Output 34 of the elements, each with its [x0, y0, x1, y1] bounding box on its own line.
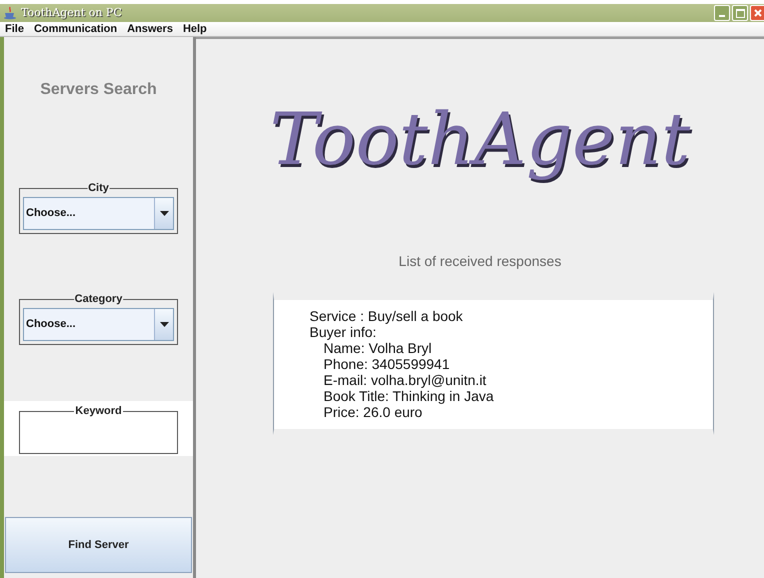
response-line: E-mail: volha.bryl@unitn.it [322, 372, 488, 388]
maximize-icon [736, 8, 744, 18]
dropdown-arrow-button[interactable] [154, 309, 173, 340]
close-button[interactable] [750, 5, 764, 21]
response-line: Phone: 3405599941 [322, 356, 451, 372]
response-line: Book Title: Thinking in Java [322, 388, 495, 404]
caret-icon [160, 322, 168, 327]
caret-icon [160, 211, 168, 216]
menu-item[interactable]: Help [182, 20, 207, 38]
group-label: Category [74, 292, 124, 306]
menu-item[interactable]: Answers [127, 20, 173, 38]
minimize-button[interactable] [714, 5, 730, 21]
menu-item[interactable]: Communication [34, 20, 118, 38]
logo: ToothAgent [270, 99, 690, 179]
sidebar-title: Servers Search [39, 80, 158, 100]
dropdown[interactable]: Choose... [23, 308, 174, 341]
dropdown-value: Choose... [25, 317, 77, 332]
response-line: Buyer info: [308, 324, 378, 340]
maximize-button[interactable] [732, 5, 748, 21]
dropdown[interactable]: Choose... [23, 197, 174, 230]
group-label: Keyword [74, 404, 123, 418]
response-line: Service : Buy/sell a book [308, 308, 464, 324]
response-line: Name: Volha Bryl [322, 340, 433, 356]
find-server-button[interactable]: Find Server [5, 517, 192, 573]
group-label: City [87, 181, 110, 195]
menu-item[interactable]: File [5, 20, 24, 38]
window-title: ToothAgent on PC [21, 4, 122, 21]
close-icon [754, 9, 762, 17]
minimize-icon [719, 15, 725, 17]
dropdown-value: Choose... [25, 206, 77, 222]
coffee-cup-icon [3, 6, 17, 20]
response-line: Price: 26.0 euro [322, 404, 424, 420]
dropdown-arrow-button[interactable] [154, 198, 173, 229]
list-title: List of received responses [398, 252, 562, 271]
